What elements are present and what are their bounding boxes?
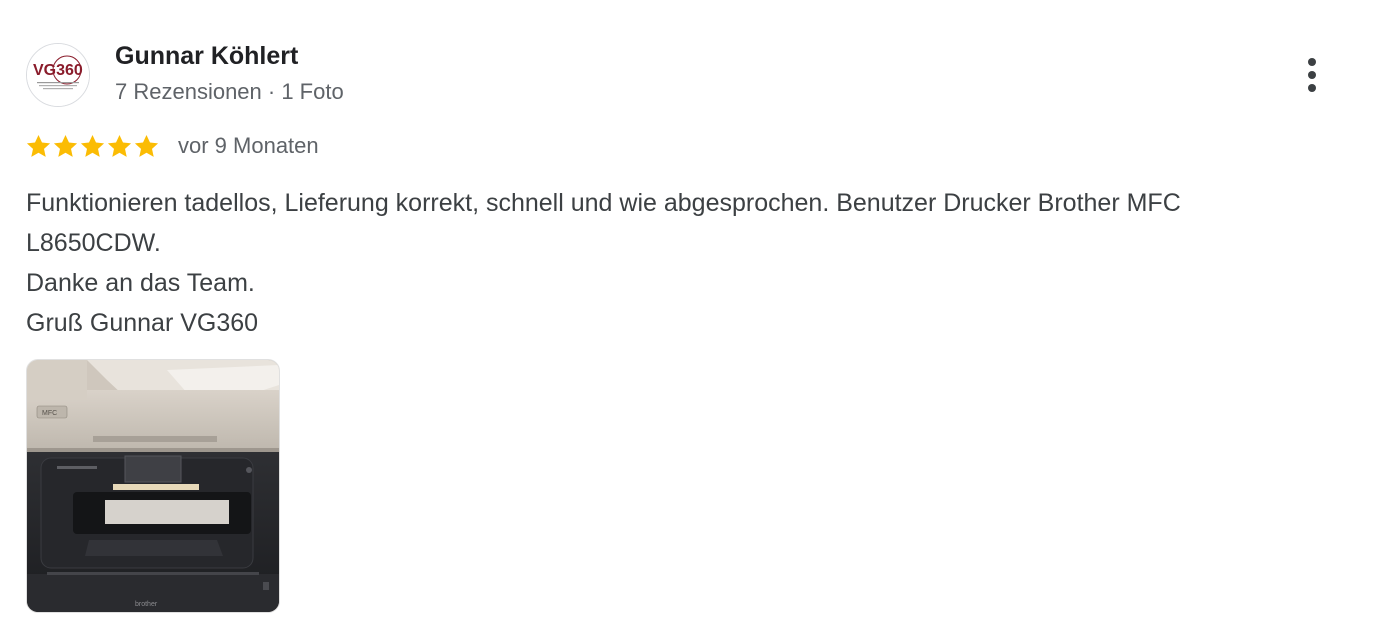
more-vert-icon-dot <box>1308 84 1316 92</box>
star-filled-icon <box>53 134 78 157</box>
more-vert-icon-dot <box>1308 71 1316 79</box>
star-filled-icon <box>26 134 51 157</box>
more-options-button[interactable] <box>1296 56 1328 94</box>
review-text-line: L8650CDW. <box>26 229 161 257</box>
printer-badge-text: MFC <box>42 410 57 417</box>
reviewer-avatar[interactable]: VG360 <box>26 43 90 107</box>
review-text-line: Gruß Gunnar VG360 <box>26 309 259 337</box>
review-text-line: Danke an das Team. <box>26 269 255 297</box>
reviewer-name[interactable]: Gunnar Köhlert <box>115 42 298 71</box>
star-filled-icon <box>107 134 132 157</box>
star-rating <box>25 131 160 161</box>
printer-photo-icon: MFC brother <box>27 360 279 612</box>
review-card: VG360 Gunnar Köhlert 7 Rezensionen · 1 F… <box>0 0 1392 638</box>
more-vert-icon <box>1308 58 1316 66</box>
review-text: Funktionieren tadellos, Lieferung korrek… <box>26 183 1356 343</box>
star-filled-icon <box>134 134 159 157</box>
star-filled-icon <box>80 134 105 157</box>
printer-brand-text: brother <box>135 601 158 608</box>
review-date: vor 9 Monaten <box>178 133 319 158</box>
review-text-line: Funktionieren tadellos, Lieferung korrek… <box>26 189 1181 217</box>
reviewer-meta[interactable]: 7 Rezensionen · 1 Foto <box>115 79 344 105</box>
review-photo[interactable]: MFC brother <box>26 359 280 613</box>
avatar-logo-text: VG360 <box>33 62 83 79</box>
vg360-logo-icon: VG360 <box>27 44 89 106</box>
